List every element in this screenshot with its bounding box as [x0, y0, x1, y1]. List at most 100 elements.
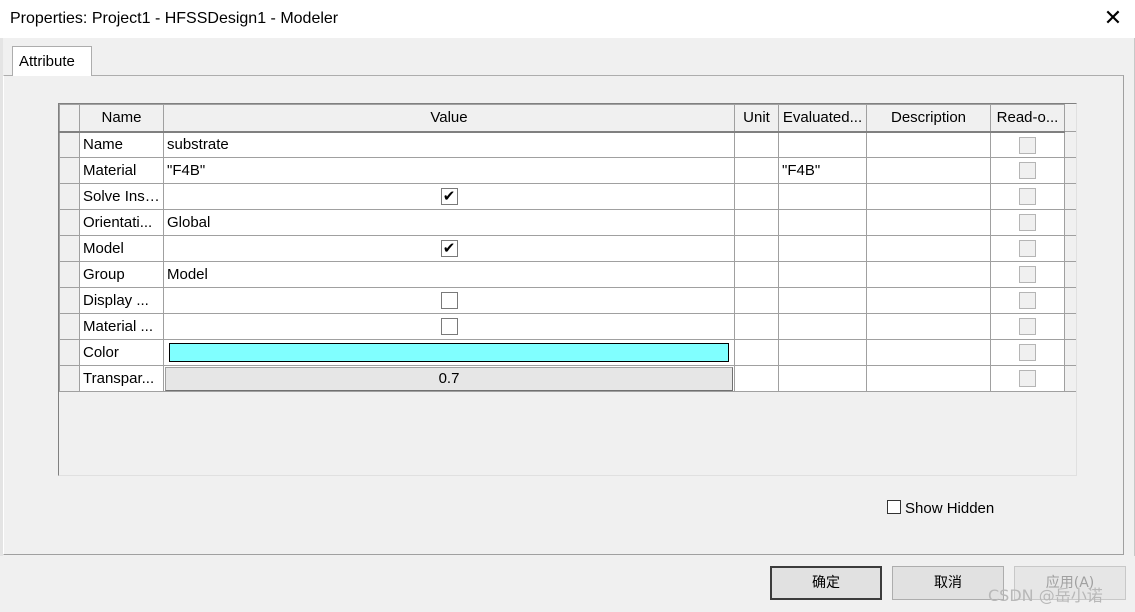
show-hidden-box[interactable]	[887, 500, 901, 514]
evaluated-cell	[778, 339, 867, 366]
property-name-cell: Name	[79, 131, 164, 158]
tab-attribute[interactable]: Attribute	[12, 46, 92, 76]
property-name-cell: Color	[79, 339, 164, 366]
title-bar: Properties: Project1 - HFSSDesign1 - Mod…	[0, 0, 1135, 38]
readonly-cell	[990, 131, 1065, 158]
description-cell[interactable]	[866, 183, 991, 210]
description-cell[interactable]	[866, 235, 991, 262]
color-swatch[interactable]	[169, 343, 729, 362]
column-header-name[interactable]: Name	[79, 104, 164, 133]
row-header[interactable]	[59, 183, 80, 210]
property-name-cell: Display ...	[79, 287, 164, 314]
unit-cell	[734, 157, 779, 184]
table-row[interactable]: Orientati... Global	[59, 209, 1076, 236]
column-header-value[interactable]: Value	[163, 104, 735, 133]
table-row[interactable]: Transpar... 0.7	[59, 365, 1076, 392]
value-checkbox[interactable]: ✔	[440, 240, 458, 258]
description-cell[interactable]	[866, 287, 991, 314]
property-name-cell: Material	[79, 157, 164, 184]
unit-cell	[734, 313, 779, 340]
evaluated-cell	[778, 365, 867, 392]
value-checkbox[interactable]: ✔	[440, 188, 458, 206]
table-row[interactable]: Material "F4B" "F4B"	[59, 157, 1076, 184]
unit-cell	[734, 235, 779, 262]
property-value-cell[interactable]: Global	[163, 209, 735, 236]
readonly-checkbox	[1019, 136, 1036, 154]
row-header[interactable]	[59, 365, 80, 392]
column-header-unit[interactable]: Unit	[734, 104, 779, 133]
row-tail	[1064, 287, 1076, 314]
property-value-cell[interactable]	[163, 339, 735, 366]
property-value-cell[interactable]: "F4B"	[163, 157, 735, 184]
readonly-cell	[990, 365, 1065, 392]
unit-cell	[734, 209, 779, 236]
transparency-slider[interactable]: 0.7	[165, 366, 733, 391]
close-icon[interactable]: ✕	[1100, 5, 1126, 31]
description-cell[interactable]	[866, 131, 991, 158]
column-header-description[interactable]: Description	[866, 104, 991, 133]
row-header[interactable]	[59, 157, 80, 184]
table-row[interactable]: Model ✔	[59, 235, 1076, 262]
property-name-cell: Orientati...	[79, 209, 164, 236]
property-value-cell[interactable]: ✔	[163, 235, 735, 262]
description-cell[interactable]	[866, 261, 991, 288]
description-cell[interactable]	[866, 157, 991, 184]
unit-cell	[734, 131, 779, 158]
tab-label: Attribute	[19, 53, 75, 70]
value-checkbox[interactable]	[440, 292, 458, 310]
row-header[interactable]	[59, 235, 80, 262]
row-header[interactable]	[59, 339, 80, 366]
column-header-evaluated[interactable]: Evaluated...	[778, 104, 867, 133]
corner-cell	[59, 104, 80, 133]
ok-button[interactable]: 确定	[770, 566, 882, 600]
readonly-cell	[990, 313, 1065, 340]
readonly-checkbox	[1019, 266, 1036, 284]
row-header[interactable]	[59, 287, 80, 314]
show-hidden-checkbox[interactable]: Show Hidden	[887, 500, 994, 517]
readonly-cell	[990, 261, 1065, 288]
property-name-cell: Group	[79, 261, 164, 288]
value-checkbox[interactable]	[440, 318, 458, 336]
description-cell[interactable]	[866, 339, 991, 366]
property-value-cell[interactable]: substrate	[163, 131, 735, 158]
show-hidden-label: Show Hidden	[905, 500, 995, 517]
property-value-cell[interactable]: Model	[163, 261, 735, 288]
row-tail	[1064, 235, 1076, 262]
row-header[interactable]	[59, 261, 80, 288]
readonly-cell	[990, 287, 1065, 314]
column-header-readonly[interactable]: Read-o...	[990, 104, 1065, 133]
table-row[interactable]: Solve Insi... ✔	[59, 183, 1076, 210]
description-cell[interactable]	[866, 365, 991, 392]
table-row[interactable]: Material ...	[59, 313, 1076, 340]
readonly-checkbox	[1019, 318, 1036, 336]
table-row[interactable]: Display ...	[59, 287, 1076, 314]
description-cell[interactable]	[866, 313, 991, 340]
row-header[interactable]	[59, 131, 80, 158]
watermark: CSDN @岳小诺	[988, 586, 1103, 605]
table-row[interactable]: Color	[59, 339, 1076, 366]
readonly-cell	[990, 339, 1065, 366]
property-name-cell: Transpar...	[79, 365, 164, 392]
property-value-cell[interactable]: ✔	[163, 183, 735, 210]
row-tail	[1064, 131, 1076, 158]
property-value-cell[interactable]	[163, 287, 735, 314]
property-value-cell[interactable]: 0.7	[163, 365, 735, 392]
header-row: Name Value Unit Evaluated... Description…	[59, 104, 1076, 133]
description-cell[interactable]	[866, 209, 991, 236]
table-row[interactable]: Group Model	[59, 261, 1076, 288]
unit-cell	[734, 261, 779, 288]
table-row[interactable]: Name substrate	[59, 131, 1076, 158]
unit-cell	[734, 365, 779, 392]
readonly-checkbox	[1019, 240, 1036, 258]
readonly-checkbox	[1019, 370, 1036, 388]
row-header[interactable]	[59, 313, 80, 340]
row-tail	[1064, 261, 1076, 288]
readonly-cell	[990, 235, 1065, 262]
readonly-checkbox	[1019, 292, 1036, 310]
property-value-cell[interactable]	[163, 313, 735, 340]
readonly-checkbox	[1019, 188, 1036, 206]
unit-cell	[734, 183, 779, 210]
properties-dialog: Properties: Project1 - HFSSDesign1 - Mod…	[0, 0, 1135, 612]
row-tail	[1064, 365, 1076, 392]
row-header[interactable]	[59, 209, 80, 236]
